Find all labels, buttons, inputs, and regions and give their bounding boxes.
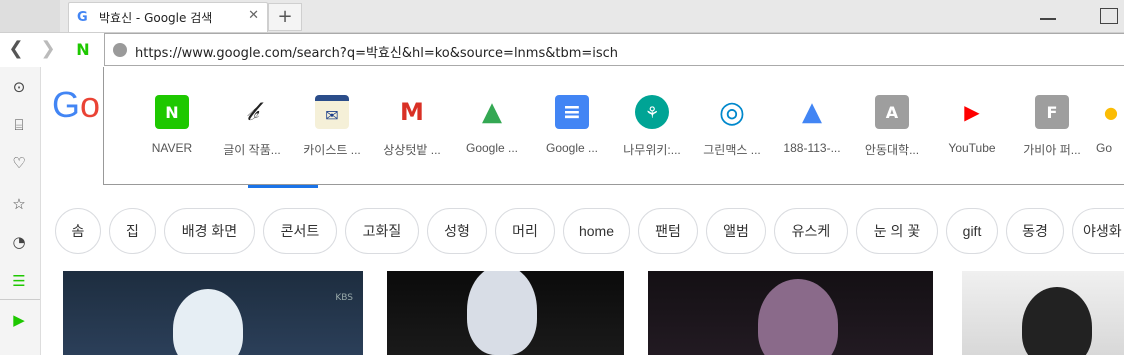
image-subject <box>1022 287 1092 355</box>
image-result[interactable] <box>648 271 933 355</box>
speed-dial-item[interactable]: ▲ 188-113-... <box>772 95 852 155</box>
naver-icon: N <box>155 95 189 129</box>
play-icon[interactable]: ▶ <box>9 310 29 330</box>
minimize-window-icon[interactable] <box>1040 14 1056 20</box>
google-favicon-icon: G <box>77 10 88 25</box>
image-result[interactable] <box>387 271 624 355</box>
image-subject <box>173 289 243 355</box>
google-logo[interactable]: Go <box>52 84 100 126</box>
related-search-chip[interactable]: 콘서트 <box>263 208 337 254</box>
speed-dial-label: 나무위키:... <box>623 143 681 157</box>
gabia-letter-icon: F <box>1035 95 1069 129</box>
google-ads-icon: ▲ <box>795 95 829 129</box>
related-search-chip[interactable]: 눈 의 꽃 <box>856 208 938 254</box>
images-tab-indicator <box>248 185 318 188</box>
greenmax-icon: ◎ <box>715 95 749 130</box>
related-search-chip[interactable]: 배경 화면 <box>164 208 255 254</box>
logo-letter-o: o <box>80 84 101 125</box>
kaist-mail-icon: ✉ <box>315 95 349 129</box>
new-tab-button[interactable]: + <box>268 3 302 31</box>
pen-signature-icon: 𝒷 <box>235 95 269 129</box>
thumbnail-watermark: KBS <box>335 293 353 303</box>
youtube-icon: ▶ <box>955 95 989 129</box>
pocket-icon[interactable]: ♡ <box>9 153 29 173</box>
speed-dial-item[interactable]: ▶ YouTube <box>932 95 1012 155</box>
browser-tab[interactable]: G 박효신 - Google 검색 ✕ <box>68 2 268 32</box>
andong-letter-icon: A <box>875 95 909 129</box>
speed-dial-label: Go <box>1096 141 1113 155</box>
maximize-window-icon[interactable] <box>1100 8 1118 24</box>
search-circle-icon[interactable]: ⊙ <box>9 77 29 97</box>
speed-dial-label: 안동대학... <box>864 143 920 157</box>
google-docs-icon: ≡ <box>555 95 589 129</box>
related-search-chip[interactable]: 솜 <box>55 208 101 254</box>
speed-dial-item[interactable]: A 안동대학... <box>852 95 932 158</box>
speed-dial-label: 가비아 퍼... <box>1023 143 1081 157</box>
image-result[interactable] <box>962 271 1124 355</box>
close-tab-icon[interactable]: ✕ <box>248 8 259 23</box>
tab-title: 박효신 - Google 검색 <box>99 11 213 25</box>
related-search-chip[interactable]: 머리 <box>495 208 555 254</box>
speed-dial-item[interactable]: F 가비아 퍼... <box>1012 95 1092 158</box>
speed-dial-label: Google ... <box>545 141 599 155</box>
related-search-chip[interactable]: gift <box>946 208 998 254</box>
gmail-icon: M <box>395 95 429 129</box>
image-subject <box>467 271 537 355</box>
related-search-chip[interactable]: home <box>563 208 630 254</box>
speed-dial-item[interactable]: ≡ Google ... <box>532 95 612 155</box>
url-text[interactable]: https://www.google.com/search?q=박효신&hl=k… <box>135 42 618 61</box>
speed-dial-item[interactable]: N NAVER <box>132 95 212 155</box>
related-search-chip[interactable]: 팬텀 <box>638 208 698 254</box>
speed-dial-item[interactable]: ◎ 그린맥스 ... <box>692 95 772 158</box>
speed-dial-label: NAVER <box>151 141 193 155</box>
speed-dial-item[interactable]: ⚘ 나무위키:... <box>612 95 692 158</box>
history-icon[interactable]: ◔ <box>9 232 29 252</box>
speed-dial-label: 상상텃밭 ... <box>383 143 441 157</box>
address-bar[interactable]: https://www.google.com/search?q=박효신&hl=k… <box>104 33 1124 66</box>
image-result[interactable]: KBS <box>63 271 363 355</box>
google-drive-icon: ▲ <box>475 95 509 129</box>
related-search-chip[interactable]: 고화질 <box>345 208 419 254</box>
related-search-chip[interactable]: 성형 <box>427 208 487 254</box>
image-subject <box>758 279 838 355</box>
google-icon: ● <box>1094 95 1124 129</box>
logo-letter-g: G <box>52 84 81 125</box>
speed-dial-item[interactable]: ✉ 카이스트 ... <box>292 95 372 158</box>
speed-dial-label: 카이스트 ... <box>303 143 361 157</box>
speed-dial-label: 188-113-... <box>783 141 841 155</box>
speed-dial-label: 글이 작품... <box>223 143 281 157</box>
speed-dial-item[interactable]: M 상상텃밭 ... <box>372 95 452 158</box>
site-info-icon[interactable] <box>113 43 127 57</box>
related-search-chip[interactable]: 동경 <box>1006 208 1064 254</box>
speed-dial-label: 그린맥스 ... <box>703 143 761 157</box>
speed-dial-label: YouTube <box>948 141 996 155</box>
side-divider <box>0 299 40 300</box>
namuwiki-icon: ⚘ <box>635 95 669 129</box>
speed-dial-label: Google ... <box>465 141 519 155</box>
naver-shortcut-icon[interactable]: N <box>74 41 92 59</box>
related-search-chip[interactable]: 유스케 <box>774 208 848 254</box>
speed-dial-item[interactable]: 𝒷 글이 작품... <box>212 95 292 158</box>
related-search-chip[interactable]: 앨범 <box>706 208 766 254</box>
speed-dial-dropdown: N NAVER 𝒷 글이 작품... ✉ 카이스트 ... M 상상텃밭 ... ▲ Go… <box>103 67 1124 185</box>
star-icon[interactable]: ☆ <box>9 194 29 214</box>
back-button[interactable]: ❮ <box>6 39 26 59</box>
side-panel: ⊙ ⌸ ♡ ☆ ◔ ☰ ▶ <box>0 67 41 355</box>
tab-strip: G 박효신 - Google 검색 ✕ + <box>0 0 1124 33</box>
tab-strip-corner <box>0 0 60 32</box>
inbox-icon[interactable]: ⌸ <box>9 115 29 135</box>
related-search-chip[interactable]: 집 <box>109 208 156 254</box>
list-icon[interactable]: ☰ <box>9 271 29 291</box>
speed-dial-item[interactable]: ● Go <box>1092 95 1124 155</box>
related-search-chip[interactable]: 야생화 <box>1072 208 1124 254</box>
forward-button[interactable]: ❯ <box>38 39 58 59</box>
speed-dial-item[interactable]: ▲ Google ... <box>452 95 532 155</box>
